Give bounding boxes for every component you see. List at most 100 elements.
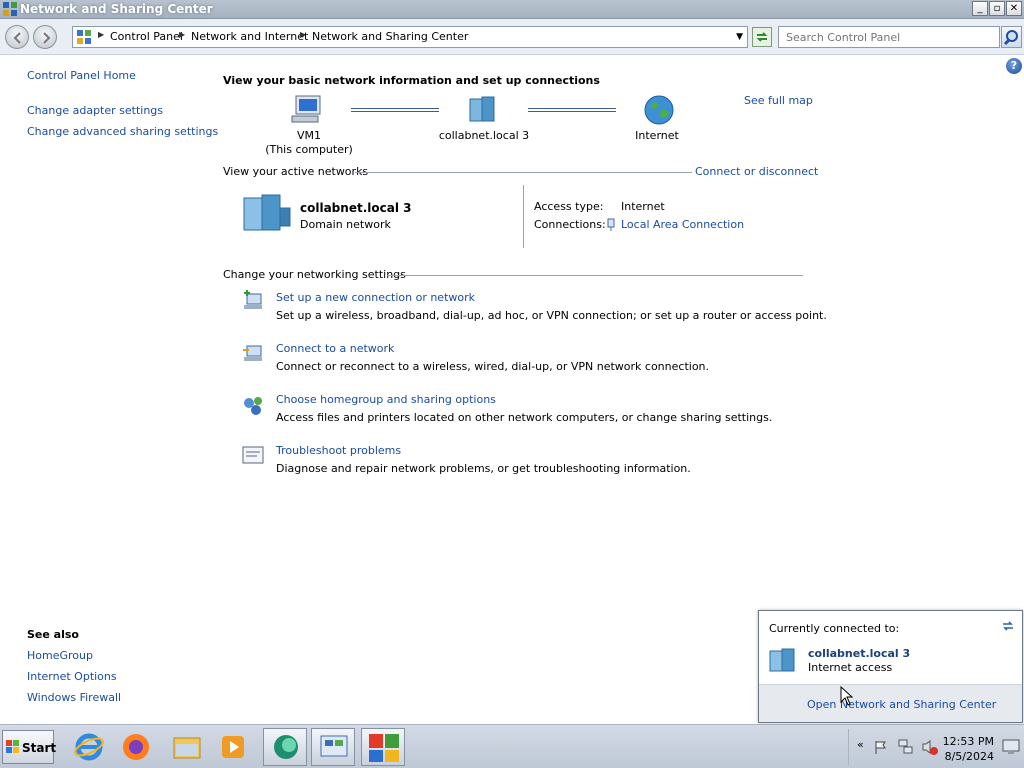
control-panel-icon — [320, 735, 348, 757]
vertical-divider — [523, 185, 524, 248]
networking-settings-heading: Change your networking settings — [223, 268, 406, 281]
chevron-right-icon[interactable]: ▶ — [300, 30, 306, 39]
taskbar: Start « 12:53 PM 8/5/2024 — [0, 724, 1024, 768]
new-connection-icon — [244, 290, 262, 309]
domain-network-icon — [769, 648, 795, 672]
refresh-button[interactable] — [752, 27, 772, 47]
breadcrumb-network-sharing-center[interactable]: Network and Sharing Center — [312, 30, 468, 43]
breadcrumb[interactable]: ▶ Control Panel ▶ Network and Internet ▶… — [72, 26, 748, 48]
setup-connection-link[interactable]: Set up a new connection or network — [276, 291, 475, 304]
connect-network-link[interactable]: Connect to a network — [276, 342, 394, 355]
address-toolbar: ▶ Control Panel ▶ Network and Internet ▶… — [0, 19, 1024, 55]
search-icon — [1003, 30, 1018, 46]
network-node-name: collabnet.local 3 — [438, 129, 530, 142]
action-center-flag-icon[interactable] — [873, 739, 889, 755]
clock-time[interactable]: 12:53 PM — [943, 735, 994, 748]
show-hidden-icons-chevron-icon[interactable]: « — [857, 738, 864, 751]
help-button[interactable]: ? — [1006, 58, 1022, 74]
control-panel-taskbar[interactable] — [311, 728, 355, 766]
windows-logo-icon — [6, 740, 19, 753]
refresh-icon — [756, 32, 768, 42]
control-panel-icon — [77, 30, 91, 44]
connect-network-desc: Connect or reconnect to a wireless, wire… — [276, 360, 710, 373]
clock-date[interactable]: 8/5/2024 — [945, 750, 994, 763]
setup-connection-desc: Set up a wireless, broadband, dial-up, a… — [276, 309, 827, 322]
chevron-down-icon[interactable]: ▼ — [736, 32, 743, 42]
network-center-icon — [3, 2, 17, 16]
speaker-muted-icon[interactable] — [921, 738, 939, 756]
window-title: Network and Sharing Center — [20, 2, 213, 16]
flyout-network-name[interactable]: collabnet.local 3 — [808, 647, 910, 660]
network-category: Domain network — [300, 218, 391, 231]
forward-button[interactable] — [33, 25, 57, 49]
app-taskbar[interactable] — [263, 728, 307, 766]
system-tray: « 12:53 PM 8/5/2024 — [848, 729, 1022, 765]
map-link-line — [351, 108, 439, 112]
media-player-icon — [222, 736, 244, 758]
connect-disconnect-link[interactable]: Connect or disconnect — [695, 165, 818, 178]
search-field[interactable] — [778, 26, 1000, 48]
title-bar: Network and Sharing Center _ ▫ ✕ — [0, 0, 1024, 19]
refresh-arrows-icon[interactable] — [1000, 618, 1016, 634]
breadcrumb-control-panel[interactable]: Control Panel — [110, 30, 183, 43]
see-also-heading: See also — [27, 628, 79, 641]
internet-globe-icon — [644, 95, 674, 125]
homegroup-icon — [244, 397, 262, 415]
access-type-value: Internet — [621, 200, 665, 213]
internet-options-link[interactable]: Internet Options — [27, 670, 117, 683]
search-input[interactable] — [779, 27, 999, 47]
control-panel-home-link[interactable]: Control Panel Home — [27, 69, 136, 82]
minimize-button[interactable]: _ — [972, 1, 988, 16]
search-button[interactable] — [1001, 26, 1022, 48]
show-desktop-icon[interactable] — [1002, 739, 1020, 755]
windows-firewall-link[interactable]: Windows Firewall — [27, 691, 121, 704]
access-type-label: Access type: — [534, 200, 604, 213]
back-button[interactable] — [5, 25, 29, 49]
troubleshoot-icon — [242, 446, 264, 464]
chevron-right-icon[interactable]: ▶ — [179, 30, 185, 39]
start-label: Start — [22, 741, 57, 755]
avg-antivirus-icon — [369, 734, 399, 762]
firefox-icon — [123, 734, 149, 760]
page-title: View your basic network information and … — [223, 74, 600, 87]
change-advanced-sharing-link[interactable]: Change advanced sharing settings — [27, 125, 218, 138]
folder-icon — [173, 737, 201, 759]
local-area-connection-link[interactable]: Local Area Connection — [621, 218, 744, 231]
computer-subtitle: (This computer) — [265, 143, 353, 156]
see-full-map-link[interactable]: See full map — [744, 94, 813, 107]
homegroup-link[interactable]: HomeGroup — [27, 649, 93, 662]
network-tray-icon[interactable] — [897, 738, 915, 756]
firefox-taskbar[interactable] — [114, 728, 158, 766]
internet-explorer-icon — [74, 733, 104, 761]
breadcrumb-network-internet[interactable]: Network and Internet — [191, 30, 308, 43]
forward-arrow-icon — [43, 32, 51, 44]
ethernet-icon — [607, 218, 615, 231]
change-adapter-settings-link[interactable]: Change adapter settings — [27, 104, 163, 117]
flyout-title: Currently connected to: — [769, 622, 900, 635]
back-arrow-icon — [13, 32, 21, 44]
open-network-center-link[interactable]: Open Network and Sharing Center — [807, 698, 996, 711]
network-flyout: Currently connected to: collabnet.local … — [758, 610, 1023, 723]
media-player-taskbar[interactable] — [212, 728, 256, 766]
troubleshoot-link[interactable]: Troubleshoot problems — [276, 444, 401, 457]
computer-icon — [291, 95, 321, 123]
homegroup-sharing-link[interactable]: Choose homegroup and sharing options — [276, 393, 496, 406]
flyout-network-status: Internet access — [808, 661, 893, 674]
active-network-name: collabnet.local 3 — [300, 201, 412, 215]
restore-button[interactable]: ▫ — [989, 1, 1005, 16]
help-icon: ? — [1010, 59, 1018, 72]
green-sphere-icon — [274, 735, 298, 759]
homegroup-sharing-desc: Access files and printers located on oth… — [276, 411, 773, 424]
domain-network-icon — [243, 194, 291, 231]
computer-name: VM1 — [296, 129, 321, 142]
chevron-right-icon[interactable]: ▶ — [98, 30, 104, 39]
internet-explorer-taskbar[interactable] — [67, 728, 111, 766]
avg-taskbar[interactable] — [361, 728, 405, 766]
mouse-cursor-icon — [840, 686, 854, 706]
explorer-taskbar[interactable] — [165, 728, 209, 766]
domain-network-icon — [469, 96, 495, 122]
start-button[interactable]: Start — [2, 730, 57, 764]
close-button[interactable]: ✕ — [1006, 1, 1022, 16]
section-divider — [355, 172, 692, 173]
left-pane: Control Panel Home Change adapter settin… — [0, 56, 218, 724]
